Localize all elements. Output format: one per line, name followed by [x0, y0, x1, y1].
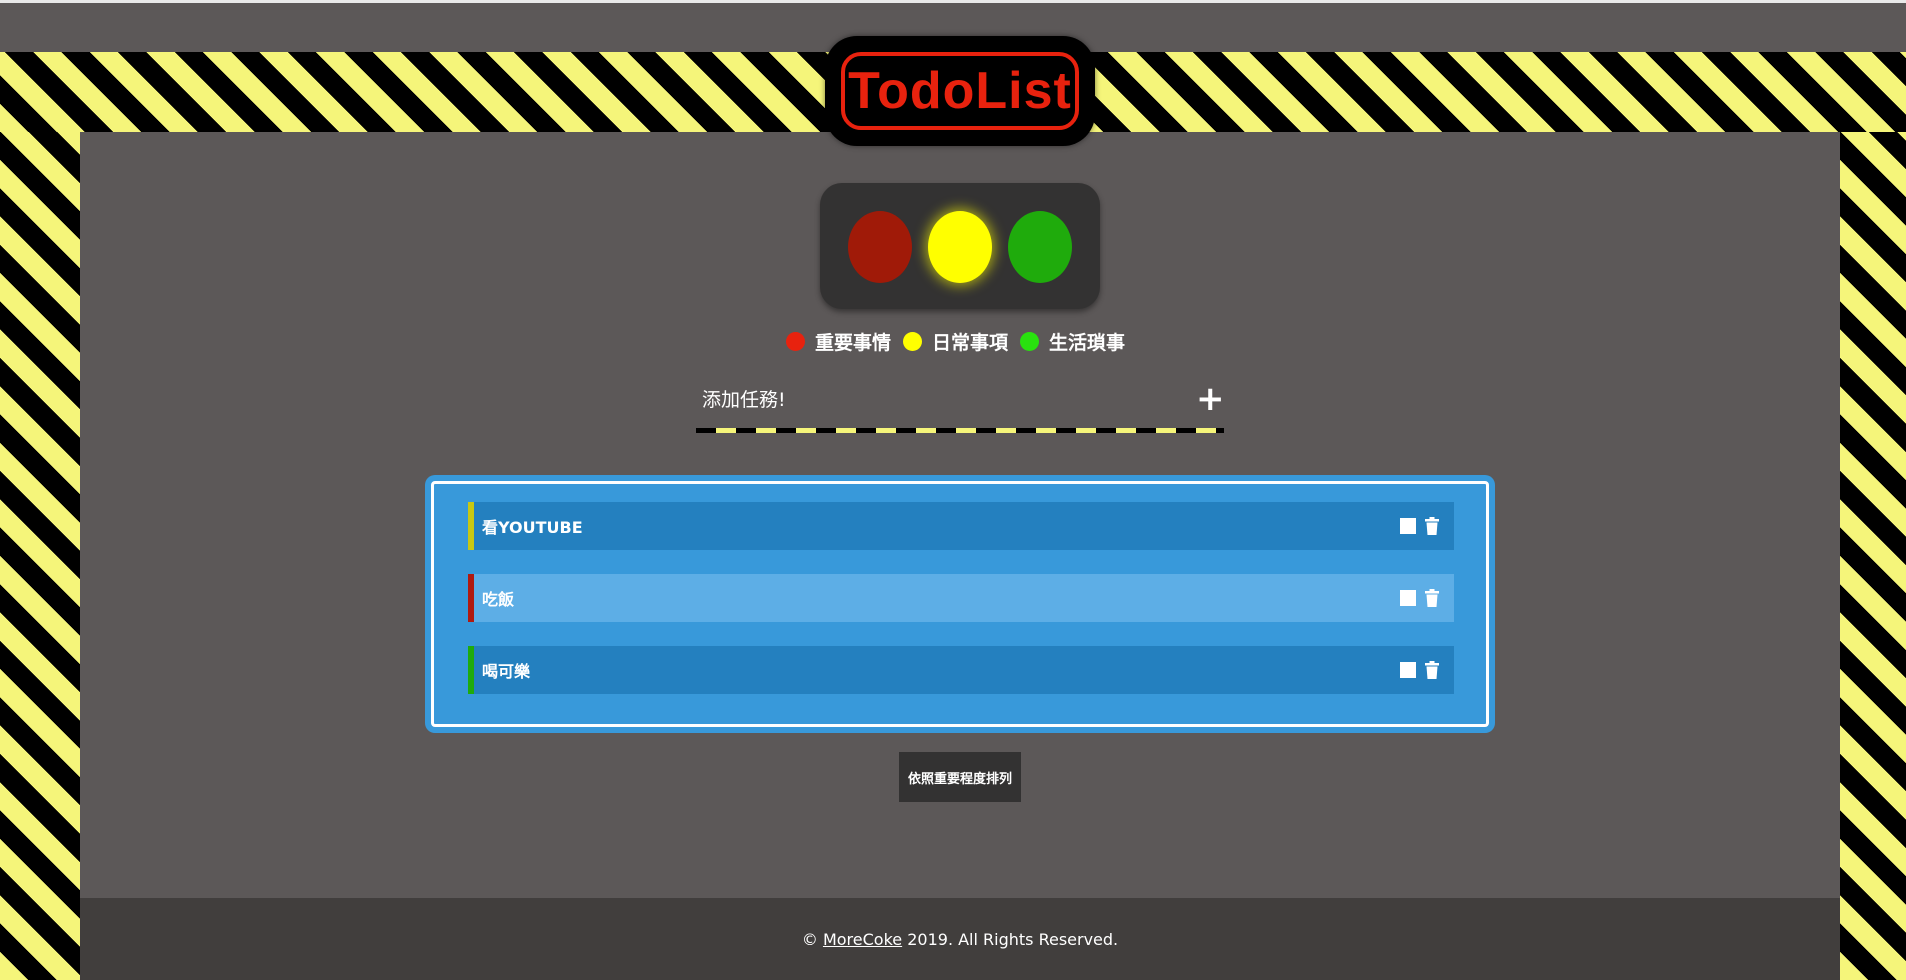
task-input[interactable]	[696, 380, 1166, 420]
trash-icon[interactable]	[1424, 517, 1440, 535]
trash-icon[interactable]	[1424, 661, 1440, 679]
legend-label: 生活瑣事	[1049, 331, 1126, 354]
add-task-form: +	[696, 380, 1225, 433]
todo-list-panel: 看YOUTUBE 吃飯 喝可樂	[425, 475, 1495, 733]
todo-list: 看YOUTUBE 吃飯 喝可樂	[431, 481, 1489, 727]
app-logo: TodoList	[825, 36, 1095, 146]
trash-icon[interactable]	[1424, 589, 1440, 607]
red-dot-icon	[786, 331, 805, 351]
green-lamp[interactable]	[1008, 211, 1072, 283]
checkbox-icon[interactable]	[1400, 518, 1416, 534]
legend-label: 重要事情	[815, 331, 892, 354]
footer: © MoreCoke 2019. All Rights Reserved.	[80, 898, 1840, 980]
sort-by-priority-button[interactable]: 依照重要程度排列	[899, 752, 1021, 802]
footer-rights: 2019. All Rights Reserved.	[907, 929, 1119, 949]
logo-border: TodoList	[841, 52, 1079, 130]
todo-text: 吃飯	[482, 590, 515, 609]
todo-text: 喝可樂	[482, 662, 531, 681]
legend-item-daily: 日常事項	[903, 328, 1008, 355]
yellow-dot-icon	[903, 331, 923, 351]
yellow-lamp[interactable]	[928, 211, 992, 283]
todo-item[interactable]: 看YOUTUBE	[468, 502, 1454, 550]
copyright-symbol: ©	[801, 929, 818, 949]
legend-label: 日常事項	[932, 331, 1009, 354]
red-lamp[interactable]	[848, 211, 912, 283]
plus-icon[interactable]: +	[1196, 380, 1225, 420]
hazard-stripe-left	[0, 132, 80, 980]
legend-item-important: 重要事情	[786, 328, 891, 355]
traffic-light	[820, 183, 1100, 309]
author-link[interactable]: MoreCoke	[823, 930, 902, 949]
green-dot-icon	[1020, 331, 1040, 351]
footer-text: © MoreCoke 2019. All Rights Reserved.	[802, 930, 1118, 949]
input-underline	[696, 428, 1224, 433]
checkbox-icon[interactable]	[1400, 590, 1416, 606]
checkbox-icon[interactable]	[1400, 662, 1416, 678]
app-title: TodoList	[848, 62, 1072, 120]
legend-item-trivial: 生活瑣事	[1020, 328, 1125, 355]
todo-item[interactable]: 吃飯	[468, 574, 1454, 622]
todo-item[interactable]: 喝可樂	[468, 646, 1454, 694]
priority-legend: 重要事情 日常事項 生活瑣事	[786, 326, 1137, 356]
todo-text: 看YOUTUBE	[482, 518, 583, 537]
hazard-stripe-right	[1840, 132, 1906, 980]
